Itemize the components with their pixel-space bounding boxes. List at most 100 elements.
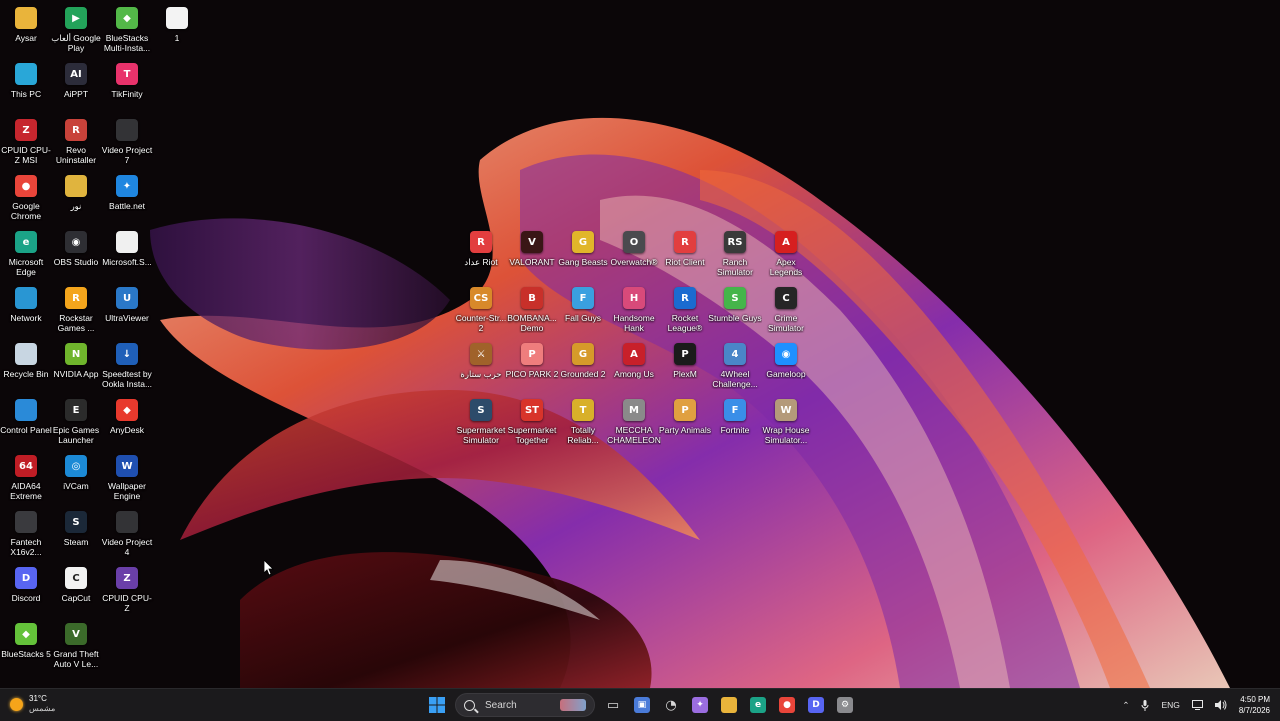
network-icon[interactable]: [1191, 700, 1203, 710]
desktop-icon[interactable]: R Riot Client: [659, 226, 711, 278]
desktop-icon[interactable]: Aysar: [0, 2, 52, 54]
discord-icon: D: [15, 567, 37, 589]
desktop-icon[interactable]: ◆ AnyDesk: [101, 394, 153, 446]
desktop-icon[interactable]: e Microsoft Edge: [0, 226, 52, 278]
volume-icon[interactable]: [1214, 700, 1227, 710]
desktop-icon-label: CPUID CPU-Z: [102, 593, 152, 613]
desktop-icon[interactable]: ▶ ألعاب Google Play: [50, 2, 102, 54]
edge-button[interactable]: e: [745, 692, 771, 718]
desktop-icon-label: BOMBANA... Demo: [507, 313, 557, 333]
desktop-icon[interactable]: Recycle Bin: [0, 338, 52, 390]
desktop-icon[interactable]: P PICO PARK 2: [506, 338, 558, 390]
desktop-icon[interactable]: E Epic Games Launcher: [50, 394, 102, 446]
discord-button[interactable]: D: [803, 692, 829, 718]
chrome-button[interactable]: ●: [774, 692, 800, 718]
desktop-icon[interactable]: D Discord: [0, 562, 52, 614]
desktop-icon[interactable]: ◉ OBS Studio: [50, 226, 102, 278]
desktop-icon[interactable]: N NVIDIA App: [50, 338, 102, 390]
desktop-icon[interactable]: This PC: [0, 58, 52, 110]
desktop-icon[interactable]: M MECCHA CHAMELEON: [607, 394, 661, 446]
desktop-icon-label: Counter-Str... 2: [455, 313, 507, 333]
desktop-icon[interactable]: Video Project 4: [101, 506, 153, 558]
desktop-icon[interactable]: R Revo Uninstaller: [50, 114, 102, 166]
desktop-icon[interactable]: S Steam: [50, 506, 102, 558]
desktop-icon[interactable]: W Wallpaper Engine: [101, 450, 153, 502]
desktop-icon[interactable]: G Gang Beasts: [557, 226, 609, 278]
desktop-icon[interactable]: ⚔ حرب ستارة: [455, 338, 507, 390]
desktop-icon[interactable]: 1: [151, 2, 203, 54]
desktop-icon[interactable]: RS Ranch Simulator: [709, 226, 761, 278]
desktop-icon[interactable]: Microsoft.S...: [101, 226, 153, 278]
desktop-icon-label: Wallpaper Engine: [108, 481, 146, 501]
desktop-icon[interactable]: 64 AIDA64 Extreme: [0, 450, 52, 502]
desktop-icon[interactable]: V Grand Theft Auto V Le...: [50, 618, 102, 670]
desktop-icon[interactable]: Z CPUID CPU-Z MSI: [0, 114, 52, 166]
desktop-icon-label: BlueStacks 5: [1, 649, 51, 659]
desktop-icon[interactable]: G Grounded 2: [557, 338, 609, 390]
desktop-icon[interactable]: R Rocket League®: [659, 282, 711, 334]
desktop-icon[interactable]: Fantech X16v2...: [0, 506, 52, 558]
desktop-icon-label: Epic Games Launcher: [52, 425, 100, 445]
start-button[interactable]: [424, 692, 450, 718]
desktop-icon[interactable]: Video Project 7: [101, 114, 153, 166]
fortnite-icon: F: [724, 399, 746, 421]
copilot-button[interactable]: ✦: [687, 692, 713, 718]
desktop-icon[interactable]: CS Counter-Str... 2: [455, 282, 507, 334]
desktop-icon[interactable]: ◉ Gameloop: [760, 338, 812, 390]
settings-button[interactable]: ⚙: [832, 692, 858, 718]
desktop-icon[interactable]: Network: [0, 282, 52, 334]
desktop-icon[interactable]: W Wrap House Simulator...: [760, 394, 812, 446]
desktop-icon-label: This PC: [10, 89, 42, 99]
desktop-icon[interactable]: ST Supermarket Together: [506, 394, 558, 446]
desktop-icon[interactable]: Control Panel: [0, 394, 52, 446]
desktop-icon[interactable]: ◆ BlueStacks Multi-Insta...: [101, 2, 153, 54]
desktop-icon[interactable]: Z CPUID CPU-Z: [101, 562, 153, 614]
desktop-icon[interactable]: H Handsome Hank: [608, 282, 660, 334]
desktop-icon[interactable]: ◎ iVCam: [50, 450, 102, 502]
desktop-icon[interactable]: F Fall Guys: [557, 282, 609, 334]
desktop-icon-label: CapCut: [61, 593, 91, 603]
desktop-icon[interactable]: ◆ BlueStacks 5: [0, 618, 52, 670]
desktop-icon[interactable]: AI AiPPT: [50, 58, 102, 110]
desktop-icon[interactable]: A Among Us: [608, 338, 660, 390]
desktop-icon-label: CPUID CPU-Z MSI: [1, 145, 51, 165]
task-view-button[interactable]: ▭: [600, 692, 626, 718]
desktop-icon[interactable]: S Stumble Guys: [708, 282, 762, 334]
desktop-icon[interactable]: نور: [50, 170, 102, 222]
taskbar-search-box[interactable]: Search: [455, 693, 595, 717]
weather-widget[interactable]: 31°C مشمس: [10, 694, 55, 714]
file-explorer-button[interactable]: [716, 692, 742, 718]
desktop-icon[interactable]: R عداد Riot: [455, 226, 507, 278]
desktop-icon[interactable]: P Party Animals: [659, 394, 711, 446]
app-monitor-button[interactable]: ▣: [629, 692, 655, 718]
desktop-icon[interactable]: U UltraViewer: [101, 282, 153, 334]
desktop-icon[interactable]: ↓ Speedtest by Ookla Insta...: [101, 338, 153, 390]
desktop-icon[interactable]: A Apex Legends: [760, 226, 812, 278]
desktop-icon[interactable]: C Crime Simulator: [760, 282, 812, 334]
language-indicator[interactable]: ENG: [1161, 700, 1179, 710]
desktop-icon[interactable]: F Fortnite: [709, 394, 761, 446]
desktop-icon[interactable]: P PlexM: [659, 338, 711, 390]
desktop-icon-label: VALORANT: [509, 257, 555, 267]
desktop-icon[interactable]: T Totally Reliab...: [557, 394, 609, 446]
desktop-icon-label: Gang Beasts: [558, 257, 608, 267]
desktop-icon-label: Overwatch®: [610, 257, 658, 267]
desktop-icon[interactable]: R Rockstar Games ...: [50, 282, 102, 334]
desktop-icon-label: AIDA64 Extreme: [10, 481, 42, 501]
desktop-icon[interactable]: T TikFinity: [101, 58, 153, 110]
clock-app-button[interactable]: ◔: [658, 692, 684, 718]
desktop-icon[interactable]: V VALORANT: [506, 226, 558, 278]
microphone-icon[interactable]: [1141, 699, 1149, 711]
desktop-icon[interactable]: S Supermarket Simulator: [455, 394, 507, 446]
desktop-icon[interactable]: ● Google Chrome: [0, 170, 52, 222]
taskbar-clock[interactable]: 4:50 PM 8/7/2026: [1239, 694, 1270, 716]
desktop-icon-label: UltraViewer: [105, 313, 149, 323]
desktop-icon-label: Steam: [63, 537, 89, 547]
desktop-icon[interactable]: 4 4Wheel Challenge...: [709, 338, 761, 390]
desktop-icon[interactable]: ✦ Battle.net: [101, 170, 153, 222]
desktop-icon[interactable]: C CapCut: [50, 562, 102, 614]
desktop-icon[interactable]: O Overwatch®: [608, 226, 660, 278]
show-hidden-icons-chevron-icon[interactable]: ⌃: [1122, 700, 1129, 711]
desktop-icon[interactable]: B BOMBANA... Demo: [506, 282, 558, 334]
edge-icon: e: [15, 231, 37, 253]
